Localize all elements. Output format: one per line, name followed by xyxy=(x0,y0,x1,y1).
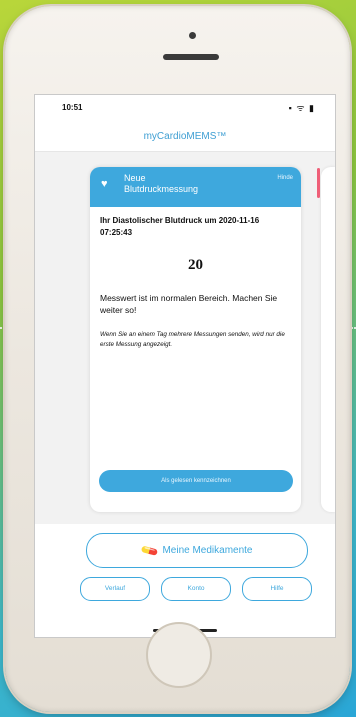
medications-button[interactable]: 💊 Meine Medikamente xyxy=(86,533,308,568)
measurement-note: Wenn Sie an einem Tag mehrere Messungen … xyxy=(100,331,285,348)
pill-icon: 💊 xyxy=(139,540,159,561)
account-button[interactable]: Konto xyxy=(161,577,231,601)
card-title-line2: Blutdruckmessung xyxy=(124,184,199,194)
status-icons: ▪ ᯤ ▮ xyxy=(288,103,315,113)
home-button[interactable] xyxy=(146,622,212,688)
card-body: Ihr Diastolischer Blutdruck um 2020-11-1… xyxy=(90,207,301,358)
phone-frame: 10:51 ▪ ᯤ ▮ myCardioMEMS™ ♥ Neue Blutdru… xyxy=(5,6,350,712)
earpiece-speaker xyxy=(163,54,219,60)
card-title-line1: Neue xyxy=(124,173,146,183)
heart-icon: ♥ xyxy=(101,178,108,190)
front-camera xyxy=(189,32,196,39)
medications-label: Meine Medikamente xyxy=(162,545,253,556)
status-time: 10:51 xyxy=(62,103,83,112)
next-card-peek[interactable] xyxy=(321,167,335,512)
app-title: myCardioMEMS™ xyxy=(143,131,227,142)
mark-as-read-button[interactable]: Als gelesen kennzeichnen xyxy=(99,470,293,492)
card-title: Neue Blutdruckmessung xyxy=(124,173,264,195)
alert-stripe xyxy=(317,168,320,198)
card-hide-button[interactable]: Hinde xyxy=(277,175,293,181)
notification-card: ♥ Neue Blutdruckmessung Hinde Ihr Diasto… xyxy=(90,167,301,512)
app-screen: 10:51 ▪ ᯤ ▮ myCardioMEMS™ ♥ Neue Blutdru… xyxy=(34,94,336,638)
history-button[interactable]: Verlauf xyxy=(80,577,150,601)
measurement-message: Messwert ist im normalen Bereich. Machen… xyxy=(100,293,278,315)
measurement-value: 20 xyxy=(188,257,203,273)
help-button[interactable]: Hilfe xyxy=(242,577,312,601)
card-header: ♥ Neue Blutdruckmessung Hinde xyxy=(90,167,301,207)
measurement-headline: Ihr Diastolischer Blutdruck um 2020-11-1… xyxy=(100,216,260,237)
status-bar: 10:51 ▪ ᯤ ▮ xyxy=(35,101,335,117)
